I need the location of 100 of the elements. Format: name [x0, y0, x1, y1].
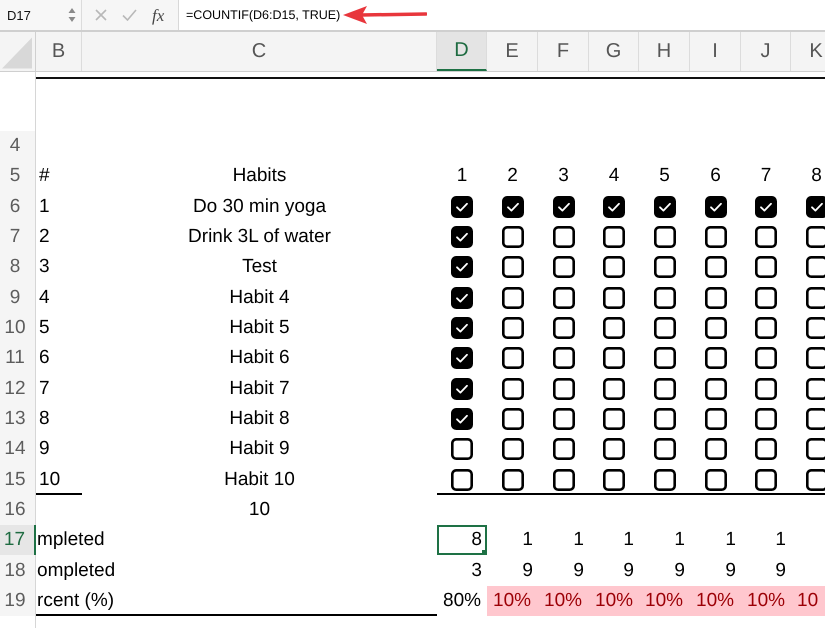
checkbox[interactable] — [451, 286, 473, 309]
checkbox[interactable] — [806, 256, 825, 278]
checkbox[interactable] — [704, 286, 726, 309]
checkbox[interactable] — [654, 256, 676, 278]
row-number[interactable]: 9 — [0, 282, 36, 313]
checkbox[interactable] — [704, 347, 726, 370]
checkbox[interactable] — [552, 438, 574, 460]
checkbox[interactable] — [502, 468, 524, 491]
row-number[interactable]: 17 — [0, 525, 36, 556]
checkbox[interactable] — [704, 226, 726, 248]
checkbox[interactable] — [755, 468, 777, 491]
checkbox[interactable] — [502, 317, 524, 340]
checkbox[interactable] — [552, 286, 574, 309]
checkbox[interactable] — [806, 286, 825, 309]
row-number[interactable]: 15 — [0, 464, 36, 495]
checkbox[interactable] — [654, 196, 676, 218]
column-header[interactable]: G — [589, 32, 639, 71]
checkbox[interactable] — [704, 408, 726, 430]
checkbox[interactable] — [552, 408, 574, 430]
checkbox[interactable] — [603, 286, 625, 309]
checkbox[interactable] — [755, 408, 777, 430]
checkbox[interactable] — [806, 347, 825, 370]
checkbox[interactable] — [451, 378, 473, 400]
row-number[interactable]: 12 — [0, 374, 36, 404]
checkbox[interactable] — [755, 378, 777, 400]
column-header[interactable]: J — [741, 32, 791, 71]
checkbox[interactable] — [603, 378, 625, 400]
checkbox[interactable] — [603, 256, 625, 278]
checkbox[interactable] — [704, 378, 726, 400]
checkbox[interactable] — [451, 438, 473, 460]
checkbox[interactable] — [552, 378, 574, 400]
row-number[interactable]: 4 — [0, 131, 36, 162]
checkbox[interactable] — [654, 378, 676, 400]
row-number[interactable]: 18 — [0, 555, 36, 586]
checkbox[interactable] — [552, 196, 574, 218]
checkbox[interactable] — [654, 408, 676, 430]
checkbox[interactable] — [502, 256, 524, 278]
checkbox[interactable] — [806, 196, 825, 218]
checkbox[interactable] — [704, 468, 726, 491]
checkbox[interactable] — [451, 468, 473, 491]
checkbox[interactable] — [451, 256, 473, 278]
checkbox[interactable] — [654, 286, 676, 309]
checkbox[interactable] — [654, 317, 676, 340]
spinner-icon[interactable] — [68, 7, 76, 23]
checkbox[interactable] — [704, 317, 726, 340]
checkbox[interactable] — [502, 226, 524, 248]
row-number[interactable]: 6 — [0, 192, 36, 222]
checkbox[interactable] — [552, 226, 574, 248]
checkbox[interactable] — [654, 468, 676, 491]
column-header[interactable]: H — [639, 32, 690, 71]
checkbox[interactable] — [603, 468, 625, 491]
formula-field[interactable]: =COUNTIF(D6:D15, TRUE) — [178, 0, 825, 30]
checkbox[interactable] — [806, 378, 825, 400]
checkbox[interactable] — [654, 226, 676, 248]
row-number[interactable]: 7 — [0, 222, 36, 252]
checkbox[interactable] — [806, 438, 825, 460]
checkbox[interactable] — [552, 347, 574, 370]
checkbox[interactable] — [451, 347, 473, 370]
checkbox[interactable] — [755, 226, 777, 248]
checkbox[interactable] — [755, 256, 777, 278]
column-header[interactable]: K — [791, 32, 825, 71]
checkbox[interactable] — [806, 226, 825, 248]
checkbox[interactable] — [654, 347, 676, 370]
checkbox[interactable] — [603, 196, 625, 218]
checkbox[interactable] — [502, 378, 524, 400]
checkbox[interactable] — [603, 317, 625, 340]
checkbox[interactable] — [755, 196, 777, 218]
checkbox[interactable] — [451, 317, 473, 340]
checkbox[interactable] — [603, 408, 625, 430]
column-header[interactable]: F — [538, 32, 589, 71]
checkbox[interactable] — [755, 347, 777, 370]
row-number[interactable]: 16 — [0, 494, 36, 526]
row-number[interactable]: 11 — [0, 343, 36, 374]
checkbox[interactable] — [654, 438, 676, 460]
checkbox[interactable] — [502, 196, 524, 218]
checkbox[interactable] — [704, 196, 726, 218]
checkbox[interactable] — [603, 438, 625, 460]
checkbox[interactable] — [502, 438, 524, 460]
checkbox[interactable] — [451, 196, 473, 218]
row-number[interactable]: 8 — [0, 252, 36, 283]
row-number[interactable]: 10 — [0, 312, 36, 344]
checkbox[interactable] — [806, 408, 825, 430]
checkbox[interactable] — [552, 468, 574, 491]
function-button[interactable]: fx — [152, 6, 164, 24]
checkbox[interactable] — [603, 347, 625, 370]
column-header[interactable]: E — [487, 32, 538, 71]
checkbox[interactable] — [552, 256, 574, 278]
checkbox[interactable] — [755, 438, 777, 460]
checkbox[interactable] — [502, 347, 524, 370]
checkbox[interactable] — [502, 286, 524, 309]
checkbox[interactable] — [755, 286, 777, 309]
row-number[interactable]: 13 — [0, 404, 36, 434]
row-number[interactable]: 19 — [0, 586, 36, 616]
checkbox[interactable] — [603, 226, 625, 248]
checkbox[interactable] — [502, 408, 524, 430]
checkbox[interactable] — [755, 317, 777, 340]
checkbox[interactable] — [704, 256, 726, 278]
column-header[interactable]: D — [437, 32, 487, 71]
checkbox[interactable] — [451, 226, 473, 248]
column-header[interactable]: I — [690, 32, 741, 71]
